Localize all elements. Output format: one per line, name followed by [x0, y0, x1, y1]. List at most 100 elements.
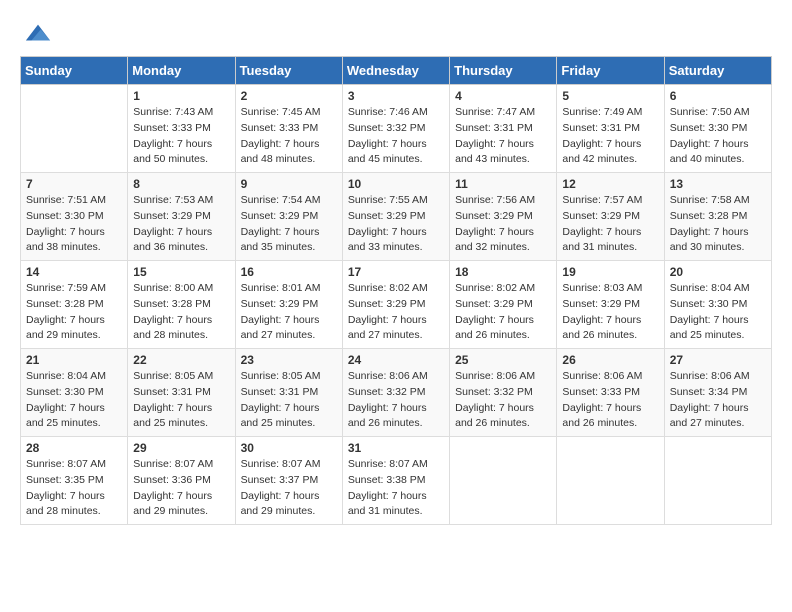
calendar-cell: 10Sunrise: 7:55 AMSunset: 3:29 PMDayligh…	[342, 173, 449, 261]
day-number: 1	[133, 89, 229, 103]
logo-icon	[24, 20, 52, 48]
logo	[20, 20, 52, 46]
day-info: Sunrise: 7:53 AMSunset: 3:29 PMDaylight:…	[133, 193, 229, 256]
calendar-cell: 13Sunrise: 7:58 AMSunset: 3:28 PMDayligh…	[664, 173, 771, 261]
day-number: 5	[562, 89, 658, 103]
day-number: 16	[241, 265, 337, 279]
calendar-cell: 22 Sunrise: 8:05 AMSunset: 3:31 PMDayligh…	[128, 349, 235, 437]
day-info: Sunrise: 8:02 AMSunset: 3:29 PMDaylight:…	[455, 281, 551, 344]
day-number: 19	[562, 265, 658, 279]
day-number: 14	[26, 265, 122, 279]
day-of-week-header: Thursday	[450, 57, 557, 85]
day-number: 11	[455, 177, 551, 191]
calendar-cell	[557, 437, 664, 525]
calendar-cell: 23 Sunrise: 8:05 AMSunset: 3:31 PMDayligh…	[235, 349, 342, 437]
calendar-cell: 1 Sunrise: 7:43 AMSunset: 3:33 PMDaylight…	[128, 85, 235, 173]
calendar-cell: 25 Sunrise: 8:06 AMSunset: 3:32 PMDayligh…	[450, 349, 557, 437]
day-info: Sunrise: 8:00 AMSunset: 3:28 PMDaylight:…	[133, 281, 229, 344]
calendar-cell: 27Sunrise: 8:06 AMSunset: 3:34 PMDayligh…	[664, 349, 771, 437]
day-number: 26	[562, 353, 658, 367]
day-number: 29	[133, 441, 229, 455]
calendar-cell	[21, 85, 128, 173]
day-number: 20	[670, 265, 766, 279]
calendar-cell	[450, 437, 557, 525]
day-number: 31	[348, 441, 444, 455]
calendar-cell	[664, 437, 771, 525]
day-of-week-header: Tuesday	[235, 57, 342, 85]
day-number: 22	[133, 353, 229, 367]
day-number: 28	[26, 441, 122, 455]
calendar-table: SundayMondayTuesdayWednesdayThursdayFrid…	[20, 56, 772, 525]
day-number: 23	[241, 353, 337, 367]
calendar-cell: 21 Sunrise: 8:04 AMSunset: 3:30 PMDayligh…	[21, 349, 128, 437]
day-number: 3	[348, 89, 444, 103]
day-info: Sunrise: 7:56 AMSunset: 3:29 PMDaylight:…	[455, 193, 551, 256]
calendar-cell: 30 Sunrise: 8:07 AMSunset: 3:37 PMDayligh…	[235, 437, 342, 525]
day-info: Sunrise: 8:02 AMSunset: 3:29 PMDaylight:…	[348, 281, 444, 344]
calendar-cell: 14Sunrise: 7:59 AMSunset: 3:28 PMDayligh…	[21, 261, 128, 349]
day-of-week-header: Friday	[557, 57, 664, 85]
day-info: Sunrise: 8:01 AMSunset: 3:29 PMDaylight:…	[241, 281, 337, 344]
calendar-cell: 19Sunrise: 8:03 AMSunset: 3:29 PMDayligh…	[557, 261, 664, 349]
day-number: 13	[670, 177, 766, 191]
day-info: Sunrise: 8:07 AMSunset: 3:35 PMDaylight:…	[26, 457, 122, 520]
calendar-week-row: 28 Sunrise: 8:07 AMSunset: 3:35 PMDayligh…	[21, 437, 772, 525]
calendar-cell: 3 Sunrise: 7:46 AMSunset: 3:32 PMDaylight…	[342, 85, 449, 173]
day-number: 4	[455, 89, 551, 103]
calendar-week-row: 7 Sunrise: 7:51 AMSunset: 3:30 PMDaylight…	[21, 173, 772, 261]
day-number: 25	[455, 353, 551, 367]
calendar-week-row: 21 Sunrise: 8:04 AMSunset: 3:30 PMDayligh…	[21, 349, 772, 437]
day-info: Sunrise: 7:46 AMSunset: 3:32 PMDaylight:…	[348, 105, 444, 168]
day-number: 21	[26, 353, 122, 367]
calendar-cell: 20 Sunrise: 8:04 AMSunset: 3:30 PMDayligh…	[664, 261, 771, 349]
day-info: Sunrise: 8:06 AMSunset: 3:32 PMDaylight:…	[455, 369, 551, 432]
calendar-cell: 4 Sunrise: 7:47 AMSunset: 3:31 PMDaylight…	[450, 85, 557, 173]
day-info: Sunrise: 7:43 AMSunset: 3:33 PMDaylight:…	[133, 105, 229, 168]
day-number: 6	[670, 89, 766, 103]
day-number: 7	[26, 177, 122, 191]
calendar-cell: 9Sunrise: 7:54 AMSunset: 3:29 PMDaylight…	[235, 173, 342, 261]
day-info: Sunrise: 8:04 AMSunset: 3:30 PMDaylight:…	[670, 281, 766, 344]
page-header	[20, 20, 772, 46]
day-info: Sunrise: 8:07 AMSunset: 3:37 PMDaylight:…	[241, 457, 337, 520]
day-info: Sunrise: 8:06 AMSunset: 3:34 PMDaylight:…	[670, 369, 766, 432]
day-number: 18	[455, 265, 551, 279]
day-info: Sunrise: 7:49 AMSunset: 3:31 PMDaylight:…	[562, 105, 658, 168]
calendar-cell: 7 Sunrise: 7:51 AMSunset: 3:30 PMDaylight…	[21, 173, 128, 261]
calendar-cell: 11 Sunrise: 7:56 AMSunset: 3:29 PMDayligh…	[450, 173, 557, 261]
calendar-cell: 18 Sunrise: 8:02 AMSunset: 3:29 PMDayligh…	[450, 261, 557, 349]
day-number: 2	[241, 89, 337, 103]
day-of-week-header: Sunday	[21, 57, 128, 85]
day-info: Sunrise: 8:05 AMSunset: 3:31 PMDaylight:…	[241, 369, 337, 432]
calendar-cell: 24 Sunrise: 8:06 AMSunset: 3:32 PMDayligh…	[342, 349, 449, 437]
calendar-cell: 31 Sunrise: 8:07 AMSunset: 3:38 PMDayligh…	[342, 437, 449, 525]
day-info: Sunrise: 8:06 AMSunset: 3:32 PMDaylight:…	[348, 369, 444, 432]
day-info: Sunrise: 8:06 AMSunset: 3:33 PMDaylight:…	[562, 369, 658, 432]
day-number: 8	[133, 177, 229, 191]
day-info: Sunrise: 7:55 AMSunset: 3:29 PMDaylight:…	[348, 193, 444, 256]
day-of-week-header: Wednesday	[342, 57, 449, 85]
calendar-cell: 8 Sunrise: 7:53 AMSunset: 3:29 PMDaylight…	[128, 173, 235, 261]
day-info: Sunrise: 7:51 AMSunset: 3:30 PMDaylight:…	[26, 193, 122, 256]
day-info: Sunrise: 8:07 AMSunset: 3:38 PMDaylight:…	[348, 457, 444, 520]
day-number: 15	[133, 265, 229, 279]
day-info: Sunrise: 7:47 AMSunset: 3:31 PMDaylight:…	[455, 105, 551, 168]
calendar-cell: 16 Sunrise: 8:01 AMSunset: 3:29 PMDayligh…	[235, 261, 342, 349]
calendar-header-row: SundayMondayTuesdayWednesdayThursdayFrid…	[21, 57, 772, 85]
calendar-cell: 6 Sunrise: 7:50 AMSunset: 3:30 PMDaylight…	[664, 85, 771, 173]
day-info: Sunrise: 8:05 AMSunset: 3:31 PMDaylight:…	[133, 369, 229, 432]
day-info: Sunrise: 7:50 AMSunset: 3:30 PMDaylight:…	[670, 105, 766, 168]
day-number: 17	[348, 265, 444, 279]
day-number: 24	[348, 353, 444, 367]
calendar-cell: 17 Sunrise: 8:02 AMSunset: 3:29 PMDayligh…	[342, 261, 449, 349]
day-info: Sunrise: 8:04 AMSunset: 3:30 PMDaylight:…	[26, 369, 122, 432]
calendar-week-row: 1 Sunrise: 7:43 AMSunset: 3:33 PMDaylight…	[21, 85, 772, 173]
calendar-cell: 29 Sunrise: 8:07 AMSunset: 3:36 PMDayligh…	[128, 437, 235, 525]
calendar-cell: 26 Sunrise: 8:06 AMSunset: 3:33 PMDayligh…	[557, 349, 664, 437]
day-info: Sunrise: 8:07 AMSunset: 3:36 PMDaylight:…	[133, 457, 229, 520]
calendar-cell: 12Sunrise: 7:57 AMSunset: 3:29 PMDayligh…	[557, 173, 664, 261]
day-number: 30	[241, 441, 337, 455]
calendar-cell: 5 Sunrise: 7:49 AMSunset: 3:31 PMDaylight…	[557, 85, 664, 173]
day-number: 9	[241, 177, 337, 191]
day-info: Sunrise: 7:45 AMSunset: 3:33 PMDaylight:…	[241, 105, 337, 168]
